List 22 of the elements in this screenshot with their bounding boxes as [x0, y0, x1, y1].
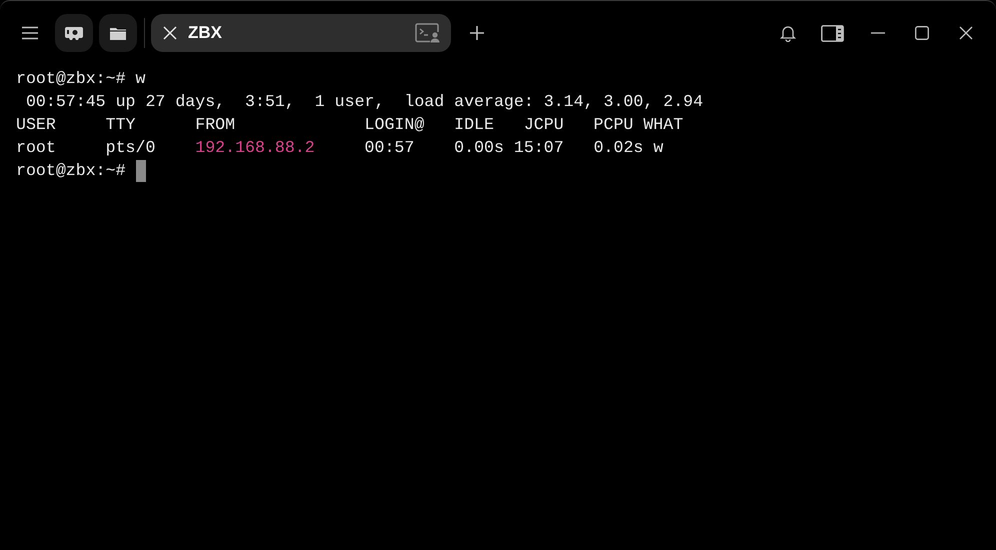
files-button[interactable]: [99, 14, 137, 52]
close-tab-icon[interactable]: [163, 26, 177, 40]
terminal-text: 00:57 0.00s 15:07 0.02s w: [364, 137, 664, 159]
close-icon: [959, 26, 973, 40]
folder-icon: [110, 26, 126, 40]
profile-button[interactable]: [55, 14, 93, 52]
terminal-text: root@zbx:~# w: [16, 68, 146, 90]
tab-title: ZBX: [188, 22, 222, 44]
plus-icon: [469, 25, 485, 41]
terminal-tab[interactable]: ZBX: [151, 14, 451, 52]
terminal-text: 00:57:45 up 27 days, 3:51, 1 user, load average: 3.14, 3.00, 2.94: [24, 91, 704, 113]
menu-icon: [21, 26, 39, 40]
maximize-icon: [915, 26, 929, 40]
terminal-user-icon: [415, 23, 441, 43]
bell-icon: [779, 24, 797, 42]
minimize-icon: [871, 32, 885, 34]
terminal-text: root@zbx:~#: [16, 160, 127, 182]
side-panel-icon: [820, 24, 844, 42]
text-cursor: [136, 160, 146, 182]
ip-address: 192.168.88.2: [195, 137, 315, 159]
terminal-text: USER TTY FROM LOGIN@ IDLE JCPU PCPU WHAT: [16, 114, 684, 136]
terminal-text: root pts/0: [16, 137, 156, 159]
